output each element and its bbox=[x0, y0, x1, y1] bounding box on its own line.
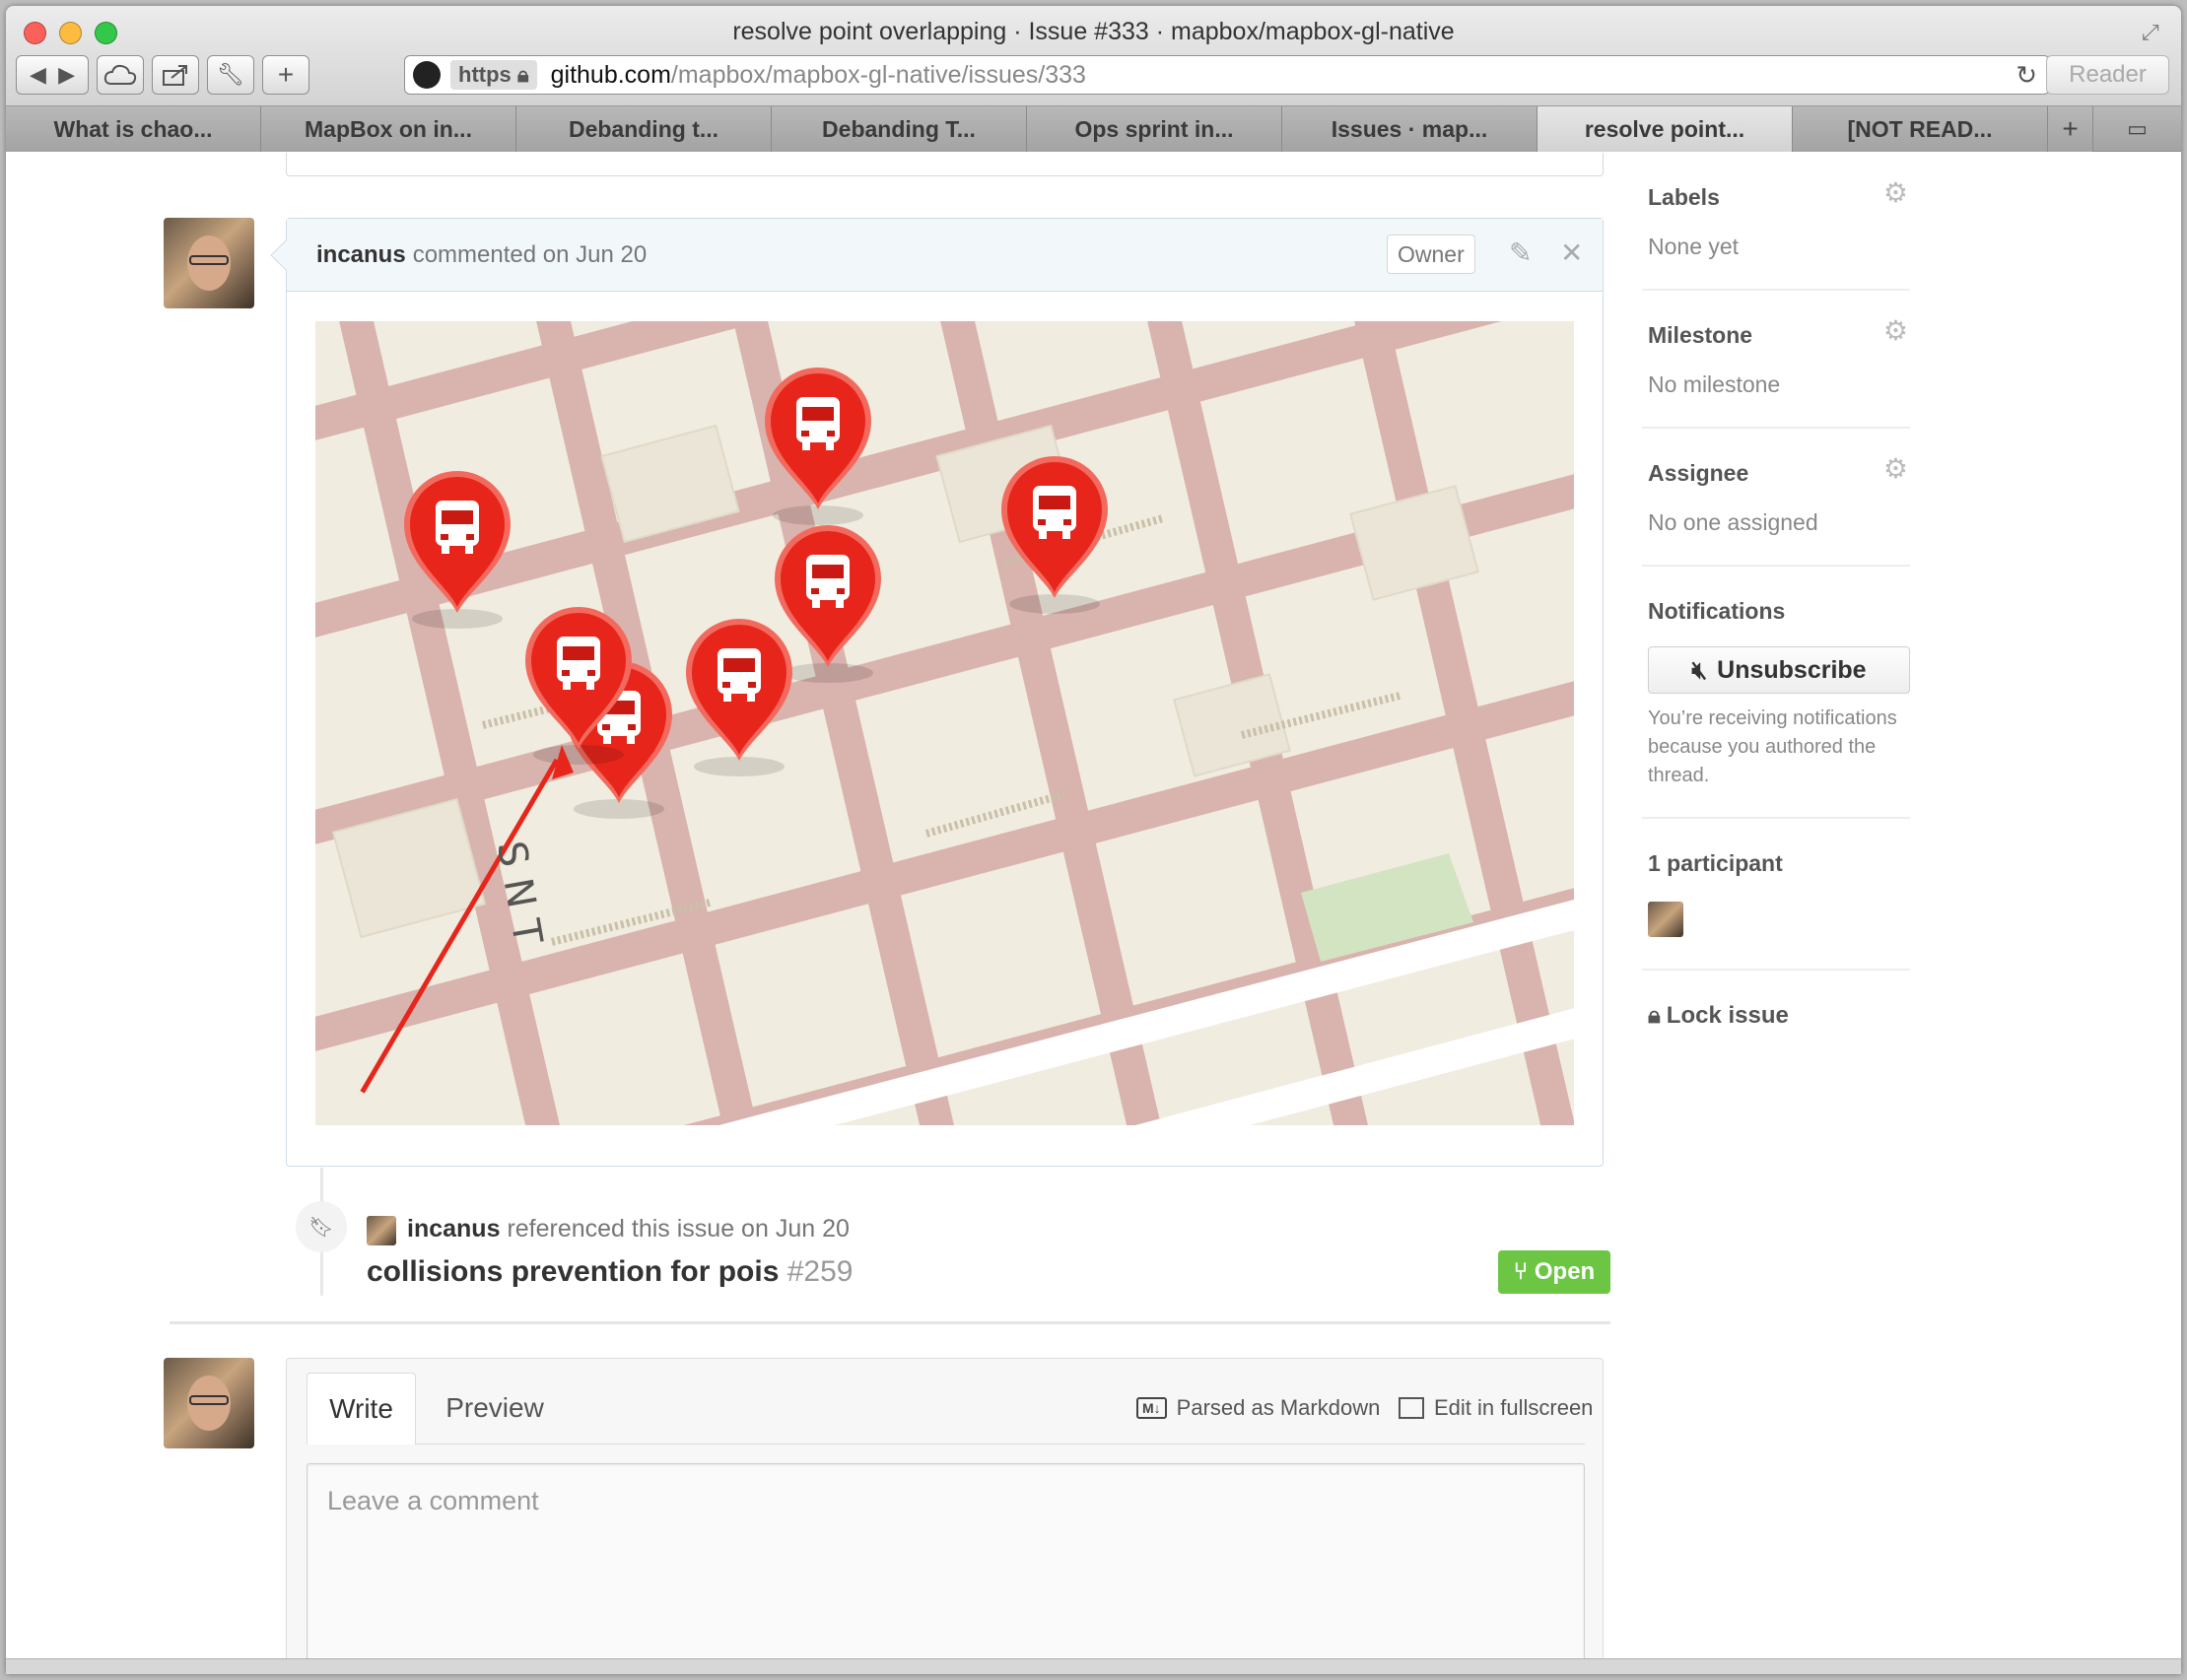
add-tab-icon[interactable]: + bbox=[2048, 106, 2093, 152]
github-icon bbox=[413, 61, 441, 89]
tab-preview[interactable]: Preview bbox=[431, 1373, 559, 1444]
avatar[interactable] bbox=[164, 1358, 254, 1448]
status-badge: ⑂ Open bbox=[1498, 1250, 1610, 1294]
assignee-value: No one assigned bbox=[1648, 509, 1818, 535]
milestone-section: Milestone ⚙ No milestone bbox=[1642, 291, 1910, 429]
fullscreen-label[interactable]: Edit in fullscreen bbox=[1434, 1395, 1593, 1421]
tab-bar: What is chao... MapBox on in... Debandin… bbox=[6, 106, 2181, 152]
comment-header: incanus commented on Jun 20 Owner ✎ ✕ bbox=[287, 219, 1603, 292]
https-badge: https 🔒︎ bbox=[450, 60, 537, 90]
assignee-section: Assignee ⚙ No one assigned bbox=[1642, 429, 1910, 567]
notifications-reason: You’re receiving notifications because y… bbox=[1648, 707, 1897, 786]
page-content: incanus commented on Jun 20 Owner ✎ ✕ S … bbox=[6, 153, 2181, 1658]
icloud-icon bbox=[103, 64, 137, 85]
labels-heading: Labels bbox=[1648, 184, 1720, 210]
map-image: S N T bbox=[315, 321, 1574, 1125]
tab-8[interactable]: [NOT READ... bbox=[1793, 106, 2048, 152]
referenced-issue-number[interactable]: #259 bbox=[787, 1255, 854, 1288]
participants-heading: 1 participant bbox=[1648, 850, 1783, 876]
url-scheme: https bbox=[458, 62, 512, 87]
window-title: resolve point overlapping · Issue #333 ·… bbox=[732, 18, 1455, 45]
markdown-icon: M↓ bbox=[1136, 1397, 1167, 1419]
participant-avatar[interactable] bbox=[1648, 902, 1683, 937]
new-tab-button[interactable]: + bbox=[262, 55, 309, 95]
comment-meta: commented on Jun 20 bbox=[412, 240, 648, 268]
reference-event: incanus referenced this issue on Jun 20 bbox=[407, 1215, 850, 1243]
referenced-issue-link[interactable]: collisions prevention for pois #259 bbox=[367, 1255, 853, 1289]
lock-label[interactable]: Lock issue bbox=[1667, 1002, 1789, 1030]
avatar[interactable] bbox=[367, 1216, 396, 1245]
reference-meta: referenced this issue on Jun 20 bbox=[507, 1215, 850, 1243]
milestone-heading: Milestone bbox=[1648, 322, 1753, 348]
tools-button[interactable]: 🔧︎ bbox=[207, 55, 254, 95]
tab-5[interactable]: Ops sprint in... bbox=[1027, 106, 1282, 152]
tab-active[interactable]: resolve point... bbox=[1538, 106, 1793, 152]
tab-divider bbox=[307, 1444, 1585, 1445]
owner-badge: Owner bbox=[1387, 235, 1475, 274]
referenced-issue-title[interactable]: collisions prevention for pois bbox=[367, 1255, 779, 1288]
lock-icon: 🔒︎ bbox=[1648, 1002, 1661, 1029]
fullscreen-icon bbox=[1399, 1397, 1424, 1419]
new-comment-form: Write Preview M↓ Parsed as Markdown Edit… bbox=[286, 1358, 1604, 1658]
url-path: /mapbox/mapbox-gl-native/issues/333 bbox=[670, 60, 1086, 89]
markdown-label[interactable]: Parsed as Markdown bbox=[1177, 1395, 1381, 1421]
fullscreen-link[interactable]: Edit in fullscreen bbox=[1399, 1395, 1593, 1421]
forward-icon[interactable]: ▶ bbox=[58, 62, 75, 88]
gear-icon[interactable]: ⚙ bbox=[1883, 176, 1908, 209]
notifications-heading: Notifications bbox=[1648, 598, 1786, 624]
comment-author[interactable]: incanus bbox=[316, 241, 406, 269]
mute-icon: 🔇︎ bbox=[1691, 655, 1708, 684]
participants-section: 1 participant bbox=[1642, 819, 1910, 971]
wrench-icon: 🔧︎ bbox=[217, 62, 244, 87]
labels-value: None yet bbox=[1648, 234, 1740, 259]
unsubscribe-button[interactable]: 🔇︎ Unsubscribe bbox=[1648, 646, 1910, 694]
reader-button[interactable]: Reader bbox=[2046, 55, 2169, 95]
status-bar bbox=[6, 1658, 2181, 1674]
labels-section: Labels ⚙ None yet bbox=[1642, 153, 1910, 291]
browser-window: resolve point overlapping · Issue #333 ·… bbox=[6, 6, 2181, 1674]
lock-issue-link[interactable]: 🔒︎ Lock issue bbox=[1648, 1002, 1789, 1030]
title-bar: resolve point overlapping · Issue #333 ·… bbox=[6, 6, 2181, 106]
bookmark-icon: 🔖︎ bbox=[296, 1201, 347, 1252]
tab-overview-icon[interactable]: ▭ bbox=[2093, 106, 2181, 151]
comment-box: incanus commented on Jun 20 Owner ✎ ✕ S … bbox=[270, 218, 1604, 1167]
icloud-tabs-button[interactable] bbox=[97, 55, 144, 95]
back-icon[interactable]: ◀ bbox=[30, 62, 46, 88]
comment-textarea[interactable]: Leave a comment bbox=[307, 1463, 1585, 1658]
tab-3[interactable]: Debanding t... bbox=[516, 106, 772, 152]
reference-author[interactable]: incanus bbox=[407, 1215, 500, 1243]
fullscreen-toggle-icon[interactable]: ⤢ bbox=[2142, 20, 2165, 44]
assignee-heading: Assignee bbox=[1648, 460, 1749, 486]
tab-1[interactable]: What is chao... bbox=[6, 106, 261, 152]
gear-icon[interactable]: ⚙ bbox=[1883, 314, 1908, 347]
status-label: Open bbox=[1534, 1258, 1596, 1285]
previous-comment-box bbox=[286, 153, 1604, 176]
close-icon[interactable]: ✕ bbox=[1560, 236, 1583, 269]
add-icon: + bbox=[277, 59, 295, 90]
share-icon bbox=[163, 65, 187, 86]
lock-icon: 🔒︎ bbox=[516, 62, 529, 87]
milestone-value: No milestone bbox=[1648, 371, 1781, 397]
avatar[interactable] bbox=[164, 218, 254, 308]
back-forward-buttons[interactable]: ◀ ▶ bbox=[16, 55, 89, 95]
pencil-icon[interactable]: ✎ bbox=[1509, 236, 1532, 269]
url-host: github.com bbox=[550, 60, 671, 89]
unsubscribe-label: Unsubscribe bbox=[1717, 655, 1867, 684]
tab-write[interactable]: Write bbox=[307, 1373, 416, 1445]
gear-icon[interactable]: ⚙ bbox=[1883, 452, 1908, 485]
pull-request-icon: ⑂ bbox=[1513, 1258, 1535, 1285]
tab-4[interactable]: Debanding T... bbox=[772, 106, 1027, 152]
markdown-help-link[interactable]: M↓ Parsed as Markdown bbox=[1136, 1395, 1380, 1421]
reload-icon[interactable]: ↻ bbox=[2016, 60, 2037, 91]
tab-2[interactable]: MapBox on in... bbox=[261, 106, 516, 152]
divider bbox=[170, 1321, 1610, 1324]
address-bar[interactable]: https 🔒︎ github.com/mapbox/mapbox-gl-nat… bbox=[404, 55, 2050, 95]
tab-6[interactable]: Issues · map... bbox=[1282, 106, 1538, 152]
share-button[interactable] bbox=[152, 55, 199, 95]
